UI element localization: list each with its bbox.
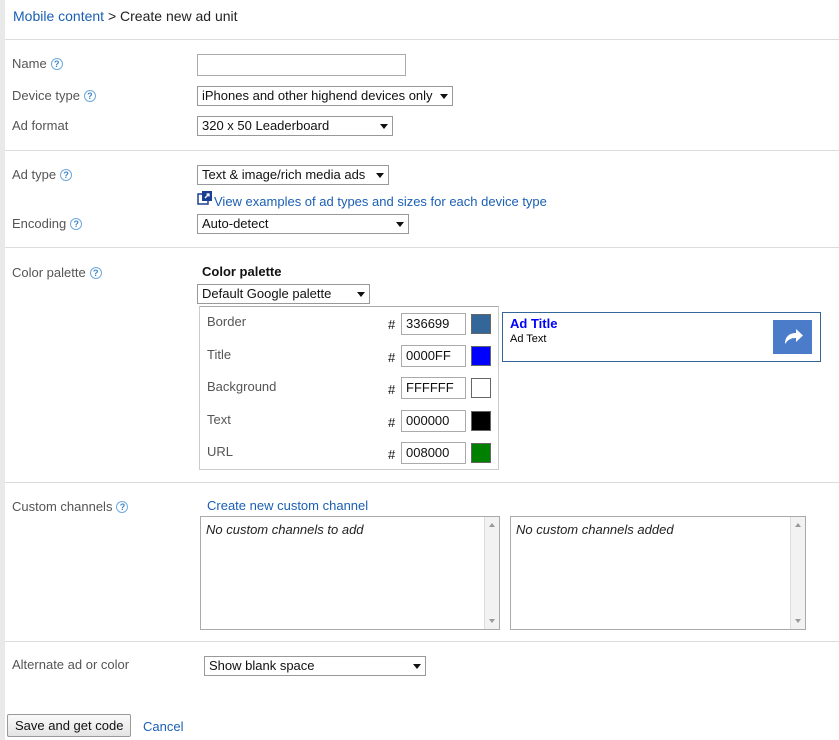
available-channels-empty: No custom channels to add [206,522,364,537]
device-type-select[interactable]: iPhones and other highend devices only [197,86,453,106]
device-type-value: iPhones and other highend devices only [202,88,433,103]
ad-preview-text: Ad Text [510,333,547,345]
name-label: Name? [12,56,63,71]
title-color-swatch[interactable] [471,346,491,366]
share-arrow-icon [773,320,812,354]
ad-format-value: 320 x 50 Leaderboard [202,118,330,133]
breadcrumb-separator: > [104,8,121,24]
alternate-ad-select[interactable]: Show blank space [204,656,426,676]
device-type-label: Device type? [12,88,96,103]
create-custom-channel-link[interactable]: Create new custom channel [207,498,368,513]
left-border [0,0,5,740]
breadcrumb: Mobile content > Create new ad unit [13,8,238,24]
help-icon[interactable]: ? [50,58,63,70]
url-color-label: URL [207,444,234,459]
chevron-down-icon [357,292,365,297]
hash-symbol: # [388,415,396,430]
encoding-label: Encoding? [12,216,83,231]
save-button[interactable]: Save and get code [7,714,132,737]
custom-channels-label: Custom channels? [12,499,129,514]
text-color-input[interactable]: 000000 [401,410,466,432]
background-color-swatch[interactable] [471,378,491,398]
hash-symbol: # [388,317,396,332]
help-icon[interactable]: ? [89,267,102,279]
chevron-down-icon [376,173,384,178]
ad-preview: Ad Title Ad Text [502,312,821,362]
scroll-down-icon[interactable] [489,619,495,623]
scroll-up-icon[interactable] [795,523,801,527]
color-palette-label: Color palette? [12,265,102,280]
external-link-icon [197,190,213,209]
divider [5,482,839,483]
name-input[interactable] [197,54,406,76]
ad-type-value: Text & image/rich media ads [202,167,366,182]
border-color-swatch[interactable] [471,314,491,334]
url-color-input[interactable]: 008000 [401,442,466,464]
hash-symbol: # [388,350,396,365]
text-color-label: Text [207,412,231,427]
cancel-link[interactable]: Cancel [143,719,183,734]
alternate-ad-label: Alternate ad or color [12,657,130,672]
help-icon[interactable]: ? [116,501,129,513]
scrollbar[interactable] [484,517,499,629]
added-channels-list[interactable]: No custom channels added [510,516,806,630]
help-icon[interactable]: ? [70,218,83,230]
help-icon[interactable]: ? [60,169,73,181]
scroll-up-icon[interactable] [489,523,495,527]
hash-symbol: # [388,447,396,462]
divider [5,150,839,151]
ad-format-label: Ad format [12,118,69,133]
text-color-swatch[interactable] [471,411,491,431]
chevron-down-icon [380,124,388,129]
chevron-down-icon [440,94,448,99]
color-palette-value: Default Google palette [202,286,332,301]
encoding-value: Auto-detect [202,216,269,231]
chevron-down-icon [396,222,404,227]
border-color-label: Border [207,314,247,329]
help-icon[interactable]: ? [83,90,96,102]
divider [5,39,839,40]
scroll-down-icon[interactable] [795,619,801,623]
hash-symbol: # [388,382,396,397]
added-channels-empty: No custom channels added [516,522,674,537]
color-table: Border # 336699 Title # 0000FF Backgroun… [199,306,499,470]
ad-format-select[interactable]: 320 x 50 Leaderboard [197,116,393,136]
background-color-input[interactable]: FFFFFF [401,377,466,399]
breadcrumb-mobile-content-link[interactable]: Mobile content [13,8,104,24]
available-channels-list[interactable]: No custom channels to add [200,516,500,630]
ad-preview-title: Ad Title [510,316,558,331]
background-color-label: Background [207,379,277,394]
scrollbar[interactable] [790,517,805,629]
title-color-input[interactable]: 0000FF [401,345,466,367]
url-color-swatch[interactable] [471,443,491,463]
encoding-select[interactable]: Auto-detect [197,214,409,234]
title-color-label: Title [207,347,232,362]
color-palette-select[interactable]: Default Google palette [197,284,370,304]
view-examples-link[interactable]: View examples of ad types and sizes for … [214,194,547,209]
ad-type-label: Ad type? [12,167,73,182]
border-color-input[interactable]: 336699 [401,313,466,335]
ad-type-select[interactable]: Text & image/rich media ads [197,165,389,185]
color-palette-heading: Color palette [202,264,282,279]
divider [5,641,839,642]
page-title: Create new ad unit [120,8,238,24]
divider [5,247,839,248]
chevron-down-icon [413,664,421,669]
alternate-ad-value: Show blank space [209,658,315,673]
